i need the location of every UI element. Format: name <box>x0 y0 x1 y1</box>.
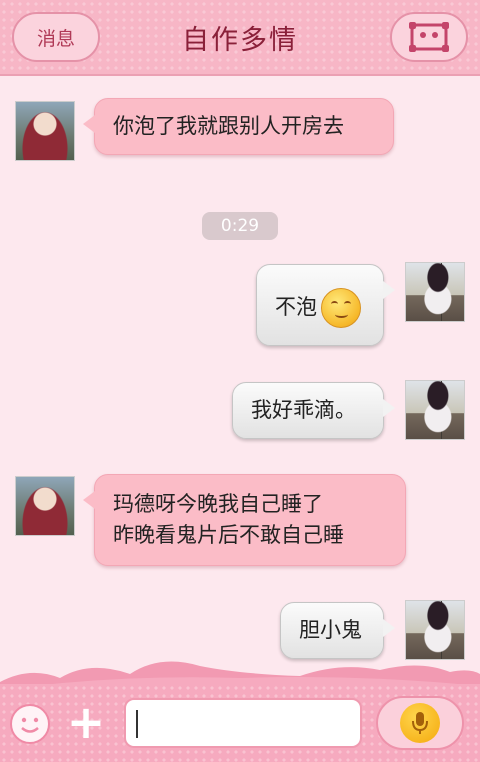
message-line: 玛德呀今晚我自己睡了 <box>113 492 323 516</box>
contact-avatar[interactable] <box>15 476 75 536</box>
user-avatar[interactable] <box>405 380 465 440</box>
timestamp-badge: 0:29 <box>202 212 278 240</box>
message-text: 胆小鬼 <box>299 618 362 642</box>
plus-icon[interactable]: + <box>66 699 106 745</box>
message-input[interactable] <box>124 698 362 748</box>
timestamp-text: 0:29 <box>220 216 260 236</box>
outgoing-message-bubble[interactable]: 我好乖滴。 <box>232 382 395 439</box>
blush-smile-emoji-icon <box>321 288 361 328</box>
chat-header: 消息 自作多情 <box>0 0 480 76</box>
voice-input-button[interactable] <box>376 696 464 750</box>
back-to-messages-button[interactable]: 消息 <box>12 12 100 62</box>
message-line: 昨晚看鬼片后不敢自己睡 <box>113 523 344 547</box>
chat-title: 自作多情 <box>182 25 298 56</box>
contact-avatar[interactable] <box>15 101 75 161</box>
profile-card-icon <box>409 22 449 52</box>
smiley-icon[interactable] <box>10 704 50 744</box>
outgoing-message-bubble[interactable]: 不泡 <box>256 264 395 346</box>
back-button-label: 消息 <box>36 27 75 50</box>
user-avatar[interactable] <box>405 262 465 322</box>
message-text: 你泡了我就跟别人开房去 <box>113 114 344 138</box>
message-text: 不泡 <box>275 295 317 319</box>
incoming-message-bubble[interactable]: 玛德呀今晚我自己睡了 昨晚看鬼片后不敢自己睡 <box>83 474 406 566</box>
smiley-face-icon <box>21 717 39 733</box>
microphone-icon <box>400 703 440 743</box>
text-caret <box>136 710 138 738</box>
incoming-message-bubble[interactable]: 你泡了我就跟别人开房去 <box>83 98 394 155</box>
profile-button[interactable] <box>390 12 468 62</box>
chat-message-list[interactable]: 你泡了我就跟别人开房去 0:29 不泡 我好乖滴。 玛德呀今晚我自己睡了 昨晚看… <box>0 78 480 678</box>
input-bar: + <box>0 684 480 762</box>
message-text: 我好乖滴。 <box>251 398 356 422</box>
